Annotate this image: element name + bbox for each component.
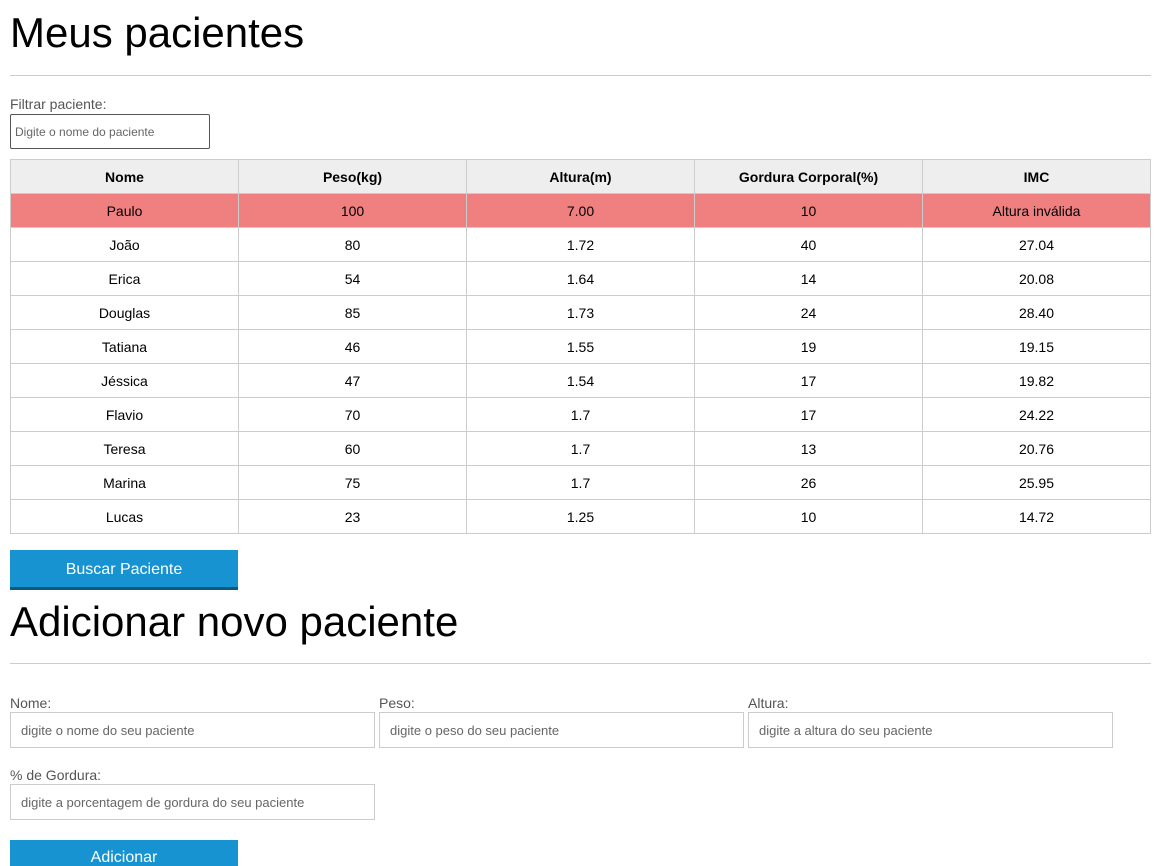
- cell-peso: 100: [238, 193, 467, 228]
- header-imc: IMC: [922, 159, 1151, 194]
- cell-nome: Douglas: [10, 295, 239, 330]
- cell-gordura: 14: [694, 261, 923, 296]
- cell-altura: 1.72: [466, 227, 695, 262]
- altura-input[interactable]: [748, 712, 1113, 748]
- cell-peso: 70: [238, 397, 467, 432]
- search-patient-button[interactable]: Buscar Paciente: [10, 550, 238, 590]
- cell-gordura: 17: [694, 397, 923, 432]
- peso-label: Peso:: [379, 695, 415, 711]
- table-row[interactable]: Lucas 23 1.25 10 14.72: [10, 499, 1151, 534]
- nome-input[interactable]: [10, 712, 375, 748]
- cell-gordura: 40: [694, 227, 923, 262]
- cell-imc: 24.22: [922, 397, 1151, 432]
- cell-altura: 1.73: [466, 295, 695, 330]
- cell-imc: 27.04: [922, 227, 1151, 262]
- cell-altura: 1.7: [466, 397, 695, 432]
- table-row[interactable]: Flavio 70 1.7 17 24.22: [10, 397, 1151, 432]
- cell-gordura: 19: [694, 329, 923, 364]
- cell-nome: Flavio: [10, 397, 239, 432]
- cell-gordura: 10: [694, 193, 923, 228]
- cell-peso: 85: [238, 295, 467, 330]
- table-row[interactable]: Erica 54 1.64 14 20.08: [10, 261, 1151, 296]
- peso-input[interactable]: [379, 712, 744, 748]
- header-nome: Nome: [10, 159, 239, 194]
- cell-peso: 60: [238, 431, 467, 466]
- cell-peso: 46: [238, 329, 467, 364]
- cell-gordura: 10: [694, 499, 923, 534]
- cell-imc: 20.08: [922, 261, 1151, 296]
- cell-altura: 1.55: [466, 329, 695, 364]
- nome-label: Nome:: [10, 695, 52, 711]
- cell-altura: 1.25: [466, 499, 695, 534]
- cell-altura: 7.00: [466, 193, 695, 228]
- page: Meus pacientes Filtrar paciente: Nome Pe…: [0, 0, 1156, 866]
- cell-altura: 1.7: [466, 431, 695, 466]
- filter-label: Filtrar paciente:: [10, 96, 107, 112]
- table-header-row: Nome Peso(kg) Altura(m) Gordura Corporal…: [10, 159, 1151, 194]
- cell-imc: 19.15: [922, 329, 1151, 364]
- cell-nome: Marina: [10, 465, 239, 500]
- cell-imc: 14.72: [922, 499, 1151, 534]
- table-row[interactable]: Marina 75 1.7 26 25.95: [10, 465, 1151, 500]
- cell-nome: Paulo: [10, 193, 239, 228]
- cell-imc: 19.82: [922, 363, 1151, 398]
- altura-label: Altura:: [748, 695, 789, 711]
- header-altura: Altura(m): [466, 159, 695, 194]
- cell-peso: 80: [238, 227, 467, 262]
- cell-nome: Jéssica: [10, 363, 239, 398]
- cell-altura: 1.54: [466, 363, 695, 398]
- add-patient-title: Adicionar novo paciente: [10, 598, 459, 645]
- cell-altura: 1.7: [466, 465, 695, 500]
- cell-imc: 20.76: [922, 431, 1151, 466]
- cell-imc: 25.95: [922, 465, 1151, 500]
- cell-peso: 23: [238, 499, 467, 534]
- cell-gordura: 26: [694, 465, 923, 500]
- cell-imc: Altura inválida: [922, 193, 1151, 228]
- divider-top: [10, 75, 1151, 76]
- cell-nome: Erica: [10, 261, 239, 296]
- table-row[interactable]: Jéssica 47 1.54 17 19.82: [10, 363, 1151, 398]
- gordura-label: % de Gordura:: [10, 767, 102, 783]
- table-row[interactable]: Tatiana 46 1.55 19 19.15: [10, 329, 1151, 364]
- table-row[interactable]: João 80 1.72 40 27.04: [10, 227, 1151, 262]
- cell-peso: 47: [238, 363, 467, 398]
- table-row[interactable]: Paulo 100 7.00 10 Altura inválida: [10, 193, 1151, 228]
- table-row[interactable]: Douglas 85 1.73 24 28.40: [10, 295, 1151, 330]
- table-row[interactable]: Teresa 60 1.7 13 20.76: [10, 431, 1151, 466]
- cell-nome: Tatiana: [10, 329, 239, 364]
- add-patient-button[interactable]: Adicionar: [10, 840, 238, 866]
- cell-gordura: 24: [694, 295, 923, 330]
- patients-title: Meus pacientes: [10, 9, 305, 56]
- cell-gordura: 13: [694, 431, 923, 466]
- cell-altura: 1.64: [466, 261, 695, 296]
- header-gordura: Gordura Corporal(%): [694, 159, 923, 194]
- patients-table: Nome Peso(kg) Altura(m) Gordura Corporal…: [10, 159, 1151, 534]
- header-peso: Peso(kg): [238, 159, 467, 194]
- cell-peso: 75: [238, 465, 467, 500]
- cell-nome: João: [10, 227, 239, 262]
- cell-nome: Lucas: [10, 499, 239, 534]
- divider-bottom: [10, 663, 1151, 664]
- cell-gordura: 17: [694, 363, 923, 398]
- gordura-input[interactable]: [10, 784, 375, 820]
- filter-input[interactable]: [10, 114, 210, 149]
- cell-imc: 28.40: [922, 295, 1151, 330]
- cell-nome: Teresa: [10, 431, 239, 466]
- cell-peso: 54: [238, 261, 467, 296]
